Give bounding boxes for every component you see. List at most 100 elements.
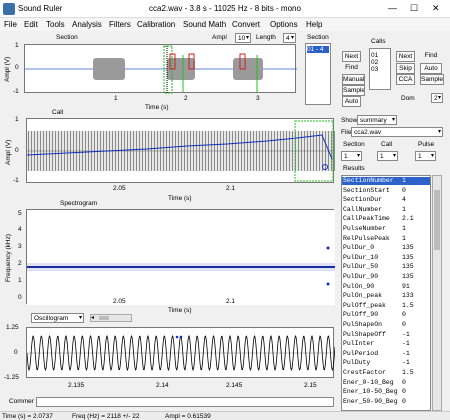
- results-value: 1.5: [402, 301, 414, 309]
- section-list-item[interactable]: 01 - 4: [307, 46, 329, 53]
- results-row[interactable]: PulInter -1: [342, 340, 430, 348]
- section-next-button[interactable]: Next: [342, 51, 361, 62]
- results-key: PulDur_10: [343, 253, 379, 261]
- results-key: Ener_10-50_Beg: [343, 388, 398, 396]
- menu-filters[interactable]: Filters: [109, 20, 131, 29]
- menu-calibration[interactable]: Calibration: [137, 20, 175, 29]
- scroll-left-icon[interactable]: ◂: [91, 314, 94, 321]
- results-key: Ener_0-10_Beg: [343, 378, 394, 386]
- results-key: Ener_50-90_Beg: [343, 397, 398, 405]
- show-dropdown[interactable]: summary: [357, 115, 397, 125]
- length-input[interactable]: 4: [283, 33, 296, 43]
- results-row[interactable]: SectionStart 0: [342, 187, 430, 195]
- results-key: PulInter: [343, 340, 375, 348]
- results-row[interactable]: Ener_10-50_Beg 0: [342, 388, 430, 396]
- call-xtick: 2.1: [226, 185, 236, 192]
- results-row[interactable]: RelPulsePeak 1: [342, 235, 430, 243]
- results-row[interactable]: PulDur_90 135: [342, 273, 430, 281]
- calls-next-button[interactable]: Next: [396, 51, 415, 62]
- results-row[interactable]: PulOn_peak 133: [342, 292, 430, 300]
- calls-skip-button[interactable]: Skip: [396, 63, 415, 74]
- results-value: 91: [402, 282, 410, 290]
- oscillo-scrollbar[interactable]: ◂: [90, 314, 132, 322]
- spectro-ytick: 5: [18, 210, 22, 217]
- menu-tools[interactable]: Tools: [46, 20, 65, 29]
- results-row[interactable]: PulDur_50 135: [342, 263, 430, 271]
- call-select[interactable]: 1: [377, 151, 398, 161]
- call-ytick: 0: [15, 147, 19, 154]
- results-row[interactable]: PulDur_10 135: [342, 254, 430, 262]
- menu-convert[interactable]: Convert: [232, 20, 260, 29]
- results-value: 0: [402, 388, 406, 396]
- results-row[interactable]: PulDuty -1: [342, 359, 430, 367]
- results-list[interactable]: SectionNumber 1 SectionStart 0 SectionDur 4 Ca…: [341, 175, 431, 411]
- oscillo-xtick: 2.15: [304, 382, 317, 389]
- results-row[interactable]: SectionDur 4: [342, 196, 430, 204]
- section-select[interactable]: 1: [341, 151, 362, 161]
- section-auto-button[interactable]: Auto: [342, 96, 361, 107]
- results-value: 1: [402, 177, 406, 184]
- results-row[interactable]: PulShapeOff -1: [342, 331, 430, 339]
- menu-edit[interactable]: Edit: [24, 20, 38, 29]
- oscillogram-waveform: [27, 334, 335, 372]
- oscillo-scroll-thumb[interactable]: [99, 316, 109, 320]
- results-row[interactable]: CrestFactor 1.5: [342, 369, 430, 377]
- calls-cca-button[interactable]: CCA: [396, 74, 415, 85]
- calls-list[interactable]: 01 02 03: [369, 48, 391, 90]
- results-row[interactable]: Ener_0-10_Beg 0: [342, 379, 430, 387]
- oscillo-ytick: 0: [14, 349, 18, 356]
- spectro-ytick: 4: [18, 226, 22, 233]
- menu-file[interactable]: File: [4, 20, 17, 29]
- pulse-select[interactable]: 1: [415, 151, 436, 161]
- title-bar: Sound Ruler cca2.wav - 3.8 s - 11025 Hz …: [0, 0, 450, 18]
- calls-list-item[interactable]: 03: [371, 66, 393, 73]
- minimize-button[interactable]: —: [388, 3, 397, 13]
- menu-sound-math[interactable]: Sound Math: [183, 20, 226, 29]
- results-row[interactable]: PulOn_90 91: [342, 283, 430, 291]
- dom-input[interactable]: 2: [431, 93, 443, 103]
- oscillo-marker: [179, 335, 183, 339]
- calls-auto-button[interactable]: Auto: [420, 63, 442, 74]
- dom-label: Dom: [401, 95, 415, 102]
- ampl-input[interactable]: 10: [235, 33, 251, 43]
- maximize-button[interactable]: ☐: [410, 3, 418, 14]
- call-plot[interactable]: [26, 118, 335, 184]
- oscillo-dropdown[interactable]: Oscillogram: [31, 313, 84, 323]
- results-row[interactable]: CallPeakTime 2.1: [342, 215, 430, 223]
- calls-list-item[interactable]: 02: [371, 59, 393, 66]
- results-row[interactable]: PulseNumber 1: [342, 225, 430, 233]
- results-row[interactable]: PulShapeOn 0: [342, 321, 430, 329]
- results-row[interactable]: PulOff_90 0: [342, 311, 430, 319]
- call-ytick: 1: [15, 116, 19, 123]
- menu-help[interactable]: Help: [306, 20, 322, 29]
- oscillogram-plot[interactable]: [26, 327, 335, 378]
- results-scroll-thumb[interactable]: [434, 190, 440, 250]
- calls-list-item[interactable]: 01: [371, 52, 393, 59]
- results-key: SectionDur: [343, 196, 383, 204]
- menu-analysis[interactable]: Analysis: [72, 20, 102, 29]
- section-plot[interactable]: [24, 44, 297, 94]
- results-value: 0: [402, 311, 406, 319]
- section-manual-button[interactable]: Manual: [342, 74, 365, 85]
- results-row[interactable]: Ener_50-90_Beg 0: [342, 398, 430, 406]
- results-row[interactable]: PulOff_peak 1.5: [342, 302, 430, 310]
- ampl-label: Ampl: [212, 34, 227, 41]
- results-scrollbar[interactable]: [432, 175, 442, 411]
- results-key: PulseNumber: [343, 225, 386, 232]
- results-key: PulOff_peak: [343, 301, 386, 309]
- calls-sample-button[interactable]: Sample: [420, 74, 444, 85]
- results-key: RelPulsePeak: [343, 234, 390, 242]
- results-row[interactable]: PulDur_0 135: [342, 244, 430, 252]
- section-list[interactable]: 01 - 4: [305, 43, 331, 105]
- call-waveform: [27, 119, 335, 184]
- results-row[interactable]: SectionNumber 1: [342, 177, 430, 185]
- section-sample-button[interactable]: Sample: [342, 85, 365, 96]
- file-dropdown[interactable]: cca2.wav: [351, 127, 443, 137]
- oscillo-marker: [175, 335, 179, 339]
- menu-options[interactable]: Options: [270, 20, 298, 29]
- spectrogram-plot[interactable]: [26, 209, 335, 305]
- close-button[interactable]: ✕: [432, 3, 440, 14]
- results-row[interactable]: CallNumber 1: [342, 206, 430, 214]
- comment-input[interactable]: [36, 397, 334, 407]
- results-row[interactable]: PulPeriod -1: [342, 350, 430, 358]
